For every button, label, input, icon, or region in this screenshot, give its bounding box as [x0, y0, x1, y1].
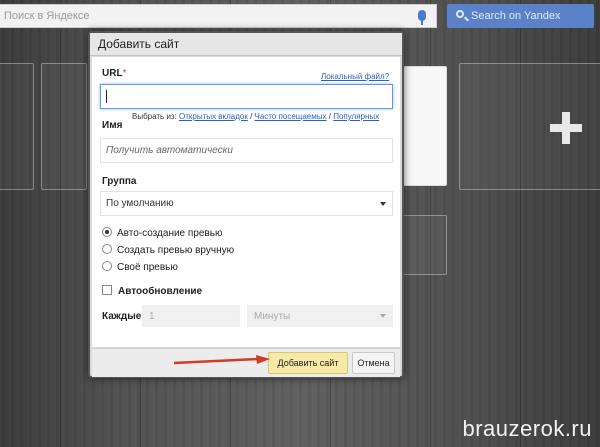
- speed-dial-tile[interactable]: [403, 66, 447, 186]
- search-button[interactable]: Search on Yandex: [447, 4, 594, 28]
- radio-label: Авто-создание превью: [117, 228, 223, 239]
- auto-refresh-checkbox[interactable]: Автообновление: [102, 285, 202, 299]
- popular-link[interactable]: Популярных: [333, 112, 379, 121]
- radio-manual-preview[interactable]: Создать превью вручную: [102, 244, 234, 258]
- url-hint: Выбрать из: Открытых вкладок / Часто пос…: [132, 112, 379, 121]
- interval-unit-select[interactable]: Минуты: [247, 305, 393, 327]
- search-icon: [456, 10, 464, 18]
- required-mark: *: [122, 68, 127, 79]
- dialog-title: Добавить сайт: [90, 33, 402, 56]
- local-file-link[interactable]: Локальный файл?: [321, 72, 389, 81]
- hint-prefix: Выбрать из:: [132, 112, 177, 121]
- interval-label: Каждые: [102, 311, 142, 322]
- frequently-visited-link[interactable]: Часто посещаемых: [255, 112, 327, 121]
- radio-custom-preview[interactable]: Своё превью: [102, 261, 178, 275]
- microphone-icon[interactable]: [418, 10, 426, 25]
- radio-label: Своё превью: [117, 262, 178, 273]
- radio-auto-preview[interactable]: Авто-создание превью: [102, 227, 222, 241]
- search-input[interactable]: Поиск в Яндексе: [0, 4, 437, 28]
- speed-dial-tile[interactable]: [41, 63, 87, 190]
- chevron-down-icon: [380, 202, 386, 206]
- name-input[interactable]: Получить автоматически: [100, 138, 393, 163]
- add-site-button[interactable]: Добавить сайт: [268, 352, 348, 374]
- url-input[interactable]: [100, 84, 393, 109]
- red-arrow-annotation: [174, 355, 270, 365]
- name-label: Имя: [102, 120, 123, 131]
- plus-icon[interactable]: [550, 112, 582, 144]
- group-label: Группа: [102, 176, 137, 187]
- search-placeholder: Поиск в Яндексе: [4, 10, 90, 22]
- checkbox-icon[interactable]: [102, 285, 112, 296]
- radio-button-icon[interactable]: [102, 244, 112, 255]
- open-tabs-link[interactable]: Открытых вкладок: [179, 112, 248, 121]
- add-site-dialog: Добавить сайт URL* Локальный файл? Выбра…: [88, 31, 404, 378]
- cancel-button[interactable]: Отмена: [352, 352, 395, 374]
- text-caret: [106, 90, 107, 103]
- dialog-body: URL* Локальный файл? Выбрать из: Открыты…: [92, 57, 400, 347]
- radio-button-icon[interactable]: [102, 261, 112, 272]
- search-button-label: Search on Yandex: [471, 10, 561, 22]
- radio-label: Создать превью вручную: [117, 245, 235, 256]
- group-select-value: По умолчанию: [106, 198, 174, 209]
- url-label-text: URL: [102, 68, 123, 79]
- hint-separator: /: [247, 112, 255, 121]
- interval-value-input[interactable]: 1: [142, 305, 240, 327]
- auto-refresh-label: Автообновление: [118, 286, 203, 297]
- chevron-down-icon: [380, 314, 386, 318]
- speed-dial-tile[interactable]: [403, 215, 447, 275]
- watermark: brauzerok.ru: [462, 416, 592, 441]
- interval-unit-value: Минуты: [254, 311, 291, 322]
- url-label: URL*: [102, 68, 126, 79]
- speed-dial-tile[interactable]: [0, 63, 34, 190]
- radio-button-icon[interactable]: [102, 227, 112, 238]
- group-select[interactable]: По умолчанию: [100, 191, 393, 216]
